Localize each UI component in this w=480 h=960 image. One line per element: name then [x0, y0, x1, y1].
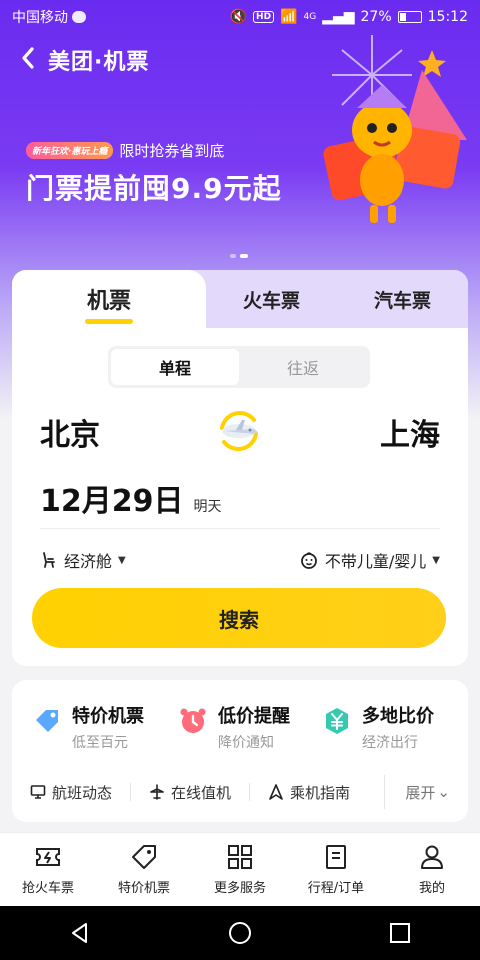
nav-label: 我的: [418, 881, 445, 896]
monitor-icon: [30, 785, 46, 799]
carousel-indicator: [230, 254, 248, 258]
departure-city[interactable]: 北京: [40, 410, 100, 454]
tab-trains-label: 火车票: [242, 289, 300, 312]
back-triangle-icon[interactable]: [68, 921, 92, 945]
active-tab-underline: [85, 319, 133, 324]
user-icon: [421, 845, 443, 869]
tab-flights-label: 机票: [86, 289, 131, 314]
service-subtitle: 经济出行: [362, 735, 418, 751]
battery-icon: [397, 11, 422, 23]
tab-buses[interactable]: 汽车票: [337, 270, 468, 328]
tab-flights[interactable]: 机票: [12, 270, 206, 328]
bottom-nav: 抢火车票 特价机票 更多服务 行程/订单 我的: [0, 832, 480, 906]
quick-link-flight-status[interactable]: 航班动态: [12, 782, 130, 803]
quick-link-label: 乘机指南: [290, 783, 351, 802]
navigate-icon: [269, 784, 283, 800]
status-bar: 中国移动 🔇 HD 📶 4G ▂▄▆ 27% 15:12: [0, 0, 480, 34]
promo-headline: 门票提前囤9.9元起: [26, 172, 282, 205]
service-special-fares[interactable]: 特价机票 低至百元: [32, 702, 144, 752]
one-way-option[interactable]: 单程: [111, 349, 239, 385]
network-label: 4G: [303, 12, 317, 22]
passenger-label: 不带儿童/婴儿: [324, 552, 427, 571]
chevron-down-icon: ⌄: [437, 783, 450, 801]
message-icon: [72, 11, 86, 23]
tab-trains[interactable]: 火车票: [206, 270, 337, 328]
signal-icon: ▂▄▆: [322, 9, 355, 25]
hd-badge: HD: [253, 11, 275, 23]
price-tag-icon: [36, 710, 58, 732]
departure-date[interactable]: 12月29日 明天: [40, 476, 222, 520]
nav-label: 抢火车票: [21, 881, 74, 896]
divider: [40, 528, 440, 529]
carousel-dot: [230, 254, 236, 258]
ticket-icon: [36, 848, 60, 866]
promo-subtitle: 限时抢券省到底: [119, 142, 225, 160]
quick-link-label: 在线值机: [171, 783, 232, 802]
round-trip-option[interactable]: 往返: [239, 349, 367, 385]
service-price-alert[interactable]: 低价提醒 降价通知: [178, 702, 290, 752]
document-icon: [326, 845, 346, 869]
service-subtitle: 低至百元: [72, 735, 128, 751]
expand-button[interactable]: 展开 ⌄: [384, 775, 468, 809]
search-button[interactable]: 搜索: [32, 588, 446, 648]
caret-down-icon: ▼: [118, 554, 126, 566]
grid-icon: [228, 845, 252, 869]
service-title: 低价提醒: [218, 706, 290, 727]
passenger-select[interactable]: 不带儿童/婴儿 ▼: [299, 548, 440, 572]
price-tag-icon: [132, 845, 156, 869]
service-compare-prices[interactable]: 多地比价 经济出行: [322, 702, 434, 752]
services-card: 特价机票 低至百元 低价提醒 降价通知 多地比价 经济出行 航班动态 在线值机 …: [12, 680, 468, 822]
tab-buses-label: 汽车票: [373, 289, 431, 312]
system-nav-bar: [0, 906, 480, 960]
nav-more-services[interactable]: 更多服务: [192, 833, 288, 906]
service-subtitle: 降价通知: [218, 735, 274, 751]
title-bar: 美团·机票: [20, 44, 149, 76]
nav-special-fares[interactable]: 特价机票: [96, 833, 192, 906]
clock: 15:12: [427, 9, 468, 25]
transport-tabs: 机票 火车票 汽车票: [12, 270, 468, 328]
nav-label: 特价机票: [117, 881, 170, 896]
service-title: 多地比价: [362, 706, 434, 727]
battery-percent: 27%: [360, 9, 392, 25]
nav-label: 更多服务: [213, 881, 266, 896]
nav-trips-orders[interactable]: 行程/订单: [288, 833, 384, 906]
nav-profile[interactable]: 我的: [384, 833, 480, 906]
expand-label: 展开: [405, 783, 436, 802]
recents-square-icon[interactable]: [388, 921, 412, 945]
nav-train-tickets[interactable]: 抢火车票: [0, 833, 96, 906]
nav-label: 行程/订单: [307, 881, 365, 896]
carrier-label: 中国移动: [12, 10, 68, 26]
flight-search-card: 机票 火车票 汽车票 单程 往返 北京 上海 12月29日 明天 经济舱 ▼ 不…: [12, 270, 468, 666]
mascot-illustration: [323, 35, 467, 223]
promo-tag: 新年狂欢·惠玩上瘾: [26, 142, 114, 159]
cabin-class-select[interactable]: 经济舱 ▼: [40, 548, 126, 572]
alarm-clock-icon: [180, 708, 206, 733]
page-title: 美团·机票: [48, 50, 150, 75]
date-value: 12月29日: [40, 484, 184, 519]
carousel-dot-active: [240, 254, 248, 258]
trip-type-toggle: 单程 往返: [108, 346, 370, 388]
chevron-left-icon[interactable]: [20, 46, 36, 75]
quick-link-check-in[interactable]: 在线值机: [131, 782, 249, 803]
child-face-icon: [300, 552, 317, 569]
date-relative: 明天: [193, 499, 222, 515]
plane-icon: [150, 784, 164, 800]
wifi-icon: 📶: [280, 9, 298, 25]
promo-banner[interactable]: 新年狂欢·惠玩上瘾 限时抢券省到底 门票提前囤9.9元起: [26, 140, 282, 207]
quick-links: 航班动态 在线值机 乘机指南 展开 ⌄: [12, 774, 468, 810]
mute-icon: 🔇: [229, 9, 248, 25]
service-title: 特价机票: [72, 706, 144, 727]
caret-down-icon: ▼: [432, 554, 440, 566]
cabin-class-label: 经济舱: [64, 552, 113, 571]
seat-icon: [43, 552, 55, 568]
yuan-icon: [326, 708, 348, 734]
arrival-city[interactable]: 上海: [380, 410, 440, 454]
home-circle-icon[interactable]: [228, 921, 252, 945]
quick-link-boarding-guide[interactable]: 乘机指南: [250, 782, 368, 803]
quick-link-label: 航班动态: [52, 783, 113, 802]
swap-cities-icon[interactable]: [214, 406, 264, 456]
